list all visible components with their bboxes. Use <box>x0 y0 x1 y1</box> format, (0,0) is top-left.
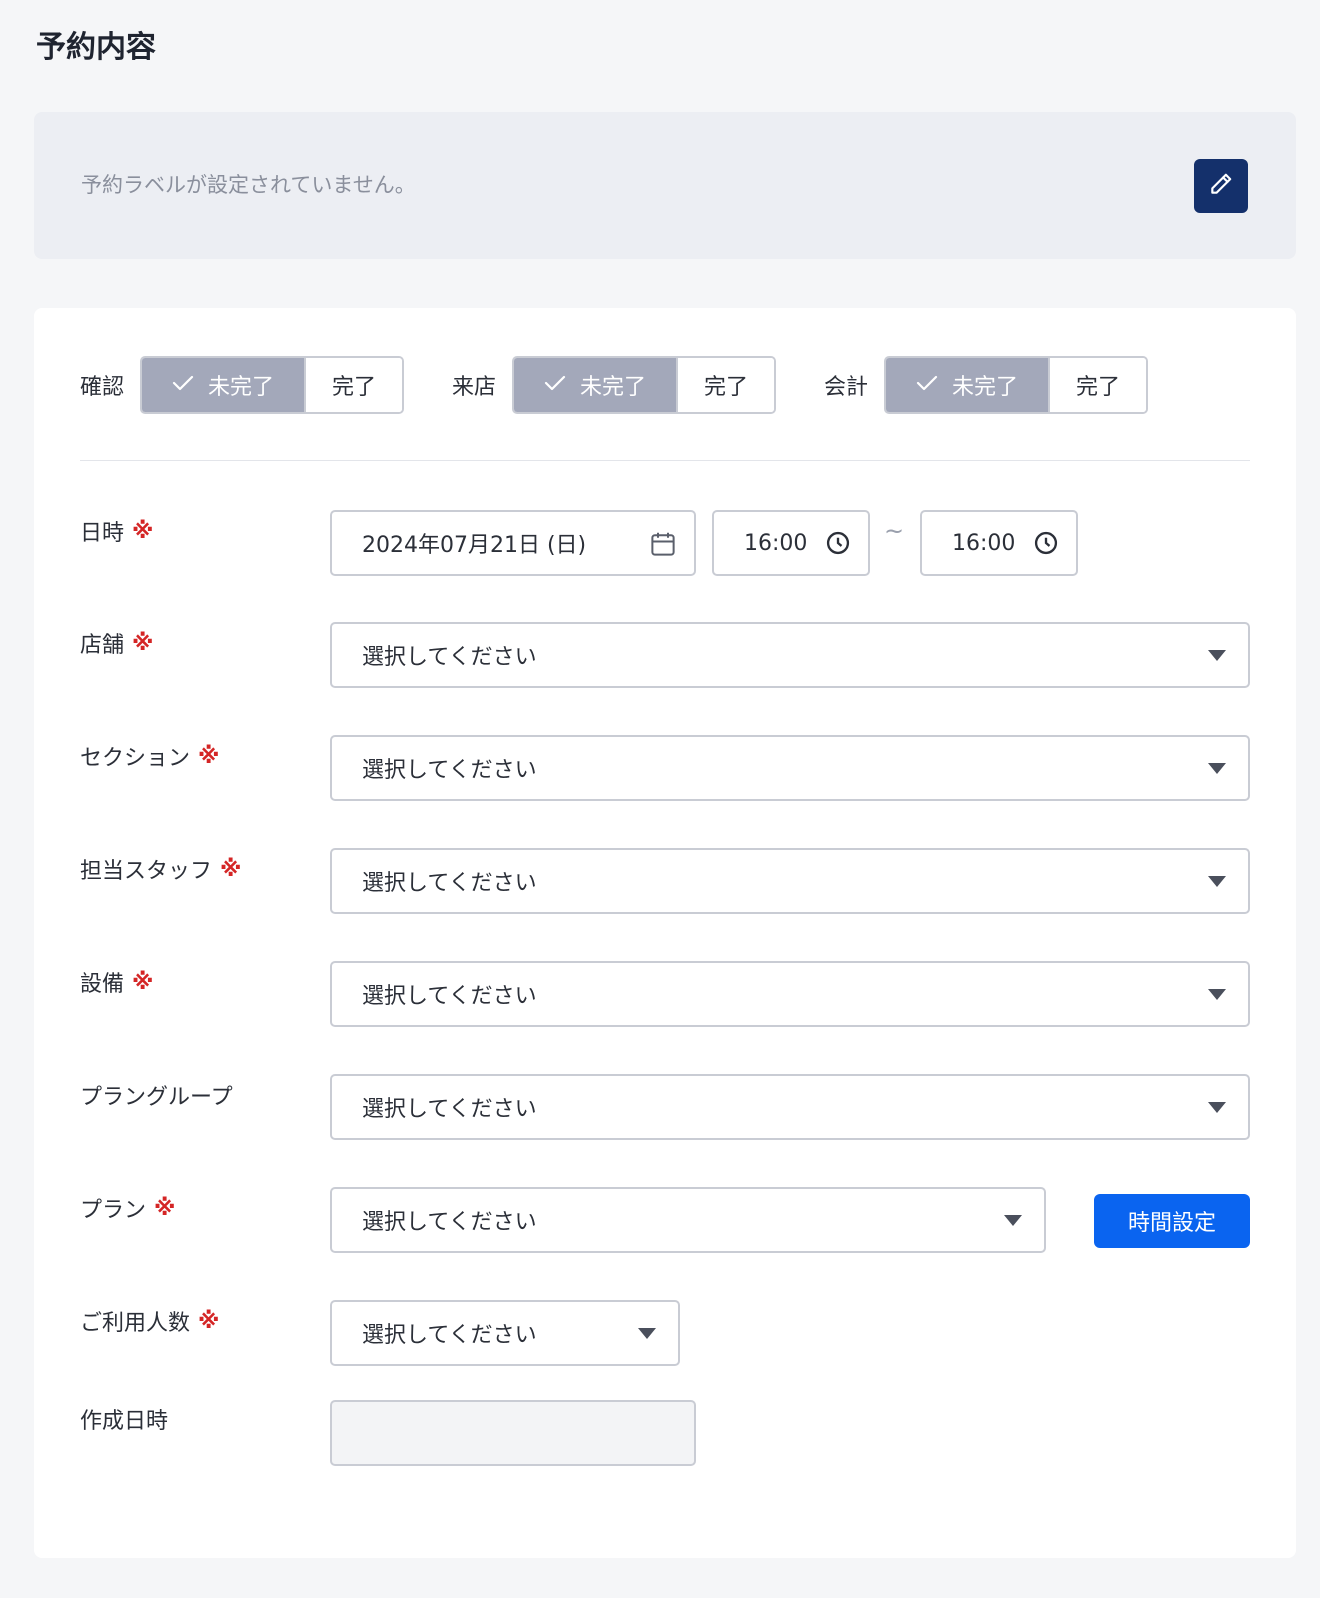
date-input[interactable]: 2024年07月21日 (日) <box>330 510 696 576</box>
clock-icon <box>1032 529 1060 563</box>
start-time-input[interactable]: 16:00 <box>712 510 870 576</box>
required-mark: ※ <box>132 969 154 995</box>
plan-select[interactable]: 選択してください <box>330 1187 1046 1253</box>
status-confirm-toggle: 未完了 完了 <box>140 356 405 414</box>
edit-label-button[interactable] <box>1194 159 1248 213</box>
plan-label-text: プラン <box>80 1198 147 1223</box>
created-at-label-text: 作成日時 <box>80 1409 169 1434</box>
status-payment-incomplete-option[interactable]: 未完了 <box>886 358 1051 412</box>
section-label: セクション ※ <box>80 741 220 772</box>
reservation-form: 確認 未完了 完了 来店 未完了 完了 会計 未完了 完了 日時 ※ 2024年… <box>34 308 1296 1558</box>
guests-select[interactable]: 選択してください <box>330 1300 680 1366</box>
required-mark: ※ <box>198 1308 220 1334</box>
end-time-value: 16:00 <box>952 530 1016 556</box>
section-label-text: セクション <box>80 746 191 771</box>
status-visit-label: 来店 <box>452 375 497 400</box>
plan-group-label-text: プラングループ <box>80 1085 233 1110</box>
plan-group-select[interactable]: 選択してください <box>330 1074 1250 1140</box>
guests-label: ご利用人数 ※ <box>80 1306 220 1337</box>
option-label: 未完了 <box>208 375 275 400</box>
status-confirm-incomplete-option[interactable]: 未完了 <box>142 358 307 412</box>
option-label: 未完了 <box>580 375 647 400</box>
section-select[interactable]: 選択してください <box>330 735 1250 801</box>
page-title: 予約内容 <box>36 30 156 65</box>
plan-group-label: プラングループ <box>80 1080 233 1110</box>
equipment-select-value: 選択してください <box>362 984 537 1009</box>
required-mark: ※ <box>220 856 242 882</box>
guests-select-value: 選択してください <box>362 1323 537 1348</box>
required-mark: ※ <box>198 743 220 769</box>
time-setting-button[interactable]: 時間設定 <box>1094 1194 1250 1248</box>
check-icon <box>172 373 194 398</box>
store-label: 店舗 ※ <box>80 628 154 659</box>
status-payment-toggle: 未完了 完了 <box>884 356 1149 414</box>
staff-label-text: 担当スタッフ <box>80 859 213 884</box>
section-select-value: 選択してください <box>362 758 537 783</box>
equipment-select[interactable]: 選択してください <box>330 961 1250 1027</box>
chevron-down-icon <box>1208 650 1226 661</box>
status-visit-incomplete-option[interactable]: 未完了 <box>514 358 679 412</box>
chevron-down-icon <box>1208 1102 1226 1113</box>
required-mark: ※ <box>132 518 154 544</box>
status-confirm: 確認 未完了 完了 <box>80 356 405 414</box>
date-value: 2024年07月21日 (日) <box>362 533 587 558</box>
datetime-label: 日時 ※ <box>80 516 154 547</box>
equipment-label-text: 設備 <box>80 972 125 997</box>
time-range-separator: ~ <box>884 517 905 545</box>
datetime-label-text: 日時 <box>80 521 125 546</box>
pencil-icon <box>1208 171 1234 201</box>
created-at-label: 作成日時 <box>80 1404 168 1434</box>
check-icon <box>916 373 938 398</box>
equipment-label: 設備 ※ <box>80 967 154 998</box>
reservation-label-panel: 予約ラベルが設定されていません。 <box>34 112 1296 259</box>
staff-select[interactable]: 選択してください <box>330 848 1250 914</box>
staff-label: 担当スタッフ ※ <box>80 854 242 885</box>
store-label-text: 店舗 <box>80 633 125 658</box>
created-at-field <box>330 1400 696 1466</box>
store-select[interactable]: 選択してください <box>330 622 1250 688</box>
plan-label: プラン ※ <box>80 1193 176 1224</box>
option-label: 未完了 <box>952 375 1019 400</box>
status-visit-toggle: 未完了 完了 <box>512 356 777 414</box>
check-icon <box>544 373 566 398</box>
start-time-value: 16:00 <box>744 530 808 556</box>
calendar-icon[interactable] <box>648 529 678 565</box>
status-payment: 会計 未完了 完了 <box>824 356 1149 414</box>
staff-select-value: 選択してください <box>362 871 537 896</box>
no-label-message: 予約ラベルが設定されていません。 <box>81 173 416 197</box>
chevron-down-icon <box>1208 989 1226 1000</box>
chevron-down-icon <box>1004 1215 1022 1226</box>
clock-icon <box>824 529 852 563</box>
store-select-value: 選択してください <box>362 645 537 670</box>
required-mark: ※ <box>154 1195 176 1221</box>
status-confirm-label: 確認 <box>80 375 125 400</box>
plan-group-select-value: 選択してください <box>362 1097 537 1122</box>
status-payment-complete-option[interactable]: 完了 <box>1050 358 1147 412</box>
status-visit: 来店 未完了 完了 <box>452 356 777 414</box>
plan-select-value: 選択してください <box>362 1210 537 1235</box>
required-mark: ※ <box>132 630 154 656</box>
status-visit-complete-option[interactable]: 完了 <box>678 358 775 412</box>
end-time-input[interactable]: 16:00 <box>920 510 1078 576</box>
status-confirm-complete-option[interactable]: 完了 <box>306 358 403 412</box>
status-payment-label: 会計 <box>824 375 869 400</box>
chevron-down-icon <box>638 1328 656 1339</box>
guests-label-text: ご利用人数 <box>80 1311 191 1336</box>
divider <box>80 460 1250 461</box>
chevron-down-icon <box>1208 876 1226 887</box>
chevron-down-icon <box>1208 763 1226 774</box>
